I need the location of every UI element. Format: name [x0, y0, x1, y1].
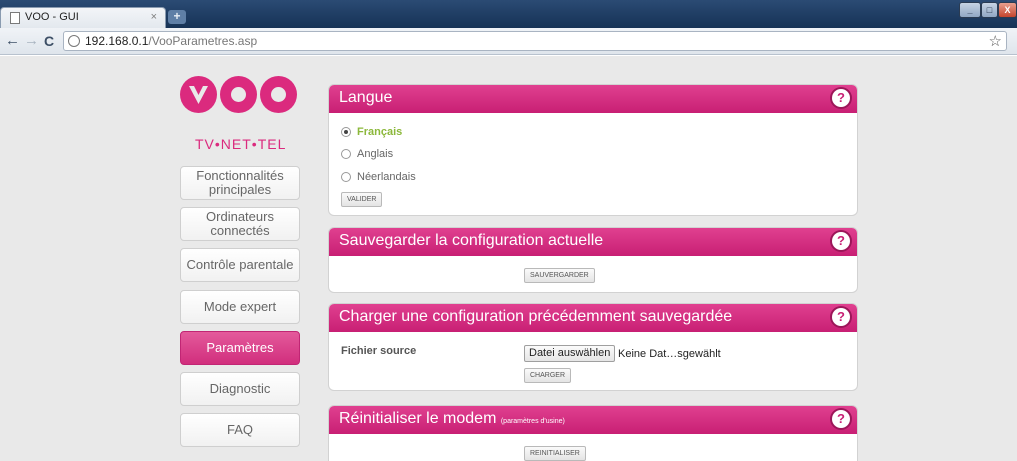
- panel-title-main: Réinitialiser le modem: [339, 410, 497, 427]
- panel-header: Charger une configuration précédemment s…: [329, 304, 857, 332]
- help-icon[interactable]: ?: [832, 410, 850, 428]
- minimize-icon: _: [967, 5, 973, 15]
- maximize-icon: □: [986, 5, 993, 15]
- forward-arrow-icon[interactable]: →: [24, 32, 39, 49]
- close-icon: X: [1004, 5, 1011, 15]
- url-text: 192.168.0.1/VooParametres.asp: [85, 34, 257, 48]
- panel-title: Réinitialiser le modem (paramètres d'usi…: [339, 410, 565, 428]
- radio-button[interactable]: [341, 149, 351, 159]
- sidebar-item-faq[interactable]: FAQ: [180, 413, 300, 447]
- radio-option-neerlandais[interactable]: Néerlandais: [341, 171, 416, 183]
- sidebar-item-label: Contrôle parentale: [186, 257, 294, 272]
- sidebar-item-fonctionnalites[interactable]: Fonctionnalités principales: [180, 166, 300, 200]
- help-icon[interactable]: ?: [832, 89, 850, 107]
- sidebar-item-parametres[interactable]: Paramètres: [180, 331, 300, 365]
- help-icon[interactable]: ?: [832, 232, 850, 250]
- panel-title: Langue: [339, 89, 393, 106]
- radio-option-anglais[interactable]: Anglais: [341, 148, 393, 160]
- radio-button[interactable]: [341, 172, 351, 182]
- charger-button[interactable]: CHARGER: [524, 368, 572, 383]
- panel-langue: Langue ? Français Anglais Néerlandais VA…: [328, 84, 858, 216]
- globe-icon: [68, 35, 80, 47]
- url-path: /VooParametres.asp: [148, 34, 258, 48]
- tab-title: VOO - GUI: [25, 11, 79, 23]
- voo-logo: TV•NET•TEL: [180, 76, 300, 156]
- logo-letter-v: [180, 76, 217, 113]
- panel-title-subtitle: (paramètres d'usine): [500, 418, 565, 425]
- sidebar-item-label: Mode expert: [203, 299, 277, 314]
- reinitialiser-button[interactable]: REINITIALISER: [524, 446, 586, 461]
- logo-letter-o: [260, 76, 297, 113]
- help-icon[interactable]: ?: [832, 308, 850, 326]
- radio-option-francais[interactable]: Français: [341, 126, 402, 138]
- logo-letter-o: [220, 76, 257, 113]
- sidebar-item-label: Fonctionnalités principales: [196, 168, 284, 197]
- sauvegarder-button[interactable]: SAUVERGARDER: [524, 268, 595, 283]
- radio-label: Anglais: [357, 148, 394, 160]
- maximize-button[interactable]: □: [981, 2, 998, 18]
- sidebar-item-controle-parentale[interactable]: Contrôle parentale: [180, 248, 300, 282]
- sidebar-item-label: FAQ: [226, 422, 253, 437]
- address-bar[interactable]: 192.168.0.1/VooParametres.asp ☆: [63, 31, 1007, 51]
- sidebar-item-diagnostic[interactable]: Diagnostic: [180, 372, 300, 406]
- valider-button[interactable]: VALIDER: [341, 192, 383, 207]
- sidebar-item-ordinateurs[interactable]: Ordinateurs connectés: [180, 207, 300, 241]
- page-icon: [10, 12, 20, 24]
- bookmark-star-icon[interactable]: ☆: [989, 32, 1002, 50]
- sidebar-item-mode-expert[interactable]: Mode expert: [180, 290, 300, 324]
- back-arrow-icon[interactable]: ←: [5, 32, 20, 49]
- reload-icon[interactable]: C: [44, 33, 54, 49]
- minimize-button[interactable]: _: [959, 2, 981, 18]
- panel-reinitialiser: Réinitialiser le modem (paramètres d'usi…: [328, 405, 858, 461]
- logo-tagline: TV•NET•TEL: [195, 136, 287, 152]
- sidebar-item-label: Ordinateurs connectés: [206, 209, 274, 238]
- panel-header: Réinitialiser le modem (paramètres d'usi…: [329, 406, 857, 434]
- file-status-text: Keine Dat…sgewählt: [618, 348, 721, 360]
- browser-tab[interactable]: VOO - GUI ×: [0, 7, 166, 28]
- panel-header: Sauvegarder la configuration actuelle ?: [329, 228, 857, 256]
- radio-label: Néerlandais: [357, 171, 416, 183]
- browser-titlebar: VOO - GUI × + _ □ X: [0, 0, 1017, 28]
- panel-title: Charger une configuration précédemment s…: [339, 308, 733, 325]
- new-tab-button[interactable]: +: [168, 10, 186, 24]
- close-window-button[interactable]: X: [998, 2, 1017, 18]
- fichier-source-label: Fichier source: [341, 345, 417, 357]
- panel-header: Langue ?: [329, 85, 857, 113]
- panel-charger: Charger une configuration précédemment s…: [328, 303, 858, 391]
- radio-button[interactable]: [341, 127, 351, 137]
- file-choose-button[interactable]: Datei auswählen: [524, 345, 616, 362]
- tab-close-icon[interactable]: ×: [151, 11, 157, 23]
- sidebar-item-label: Paramètres: [206, 340, 274, 355]
- radio-label: Français: [357, 126, 403, 138]
- url-host: 192.168.0.1: [85, 34, 149, 48]
- page-content: TV•NET•TEL Fonctionnalités principales O…: [0, 56, 1017, 461]
- browser-toolbar: ← → C 192.168.0.1/VooParametres.asp ☆: [0, 28, 1017, 55]
- panel-title: Sauvegarder la configuration actuelle: [339, 232, 604, 249]
- sidebar-item-label: Diagnostic: [209, 381, 271, 396]
- panel-sauvegarder: Sauvegarder la configuration actuelle ? …: [328, 227, 858, 293]
